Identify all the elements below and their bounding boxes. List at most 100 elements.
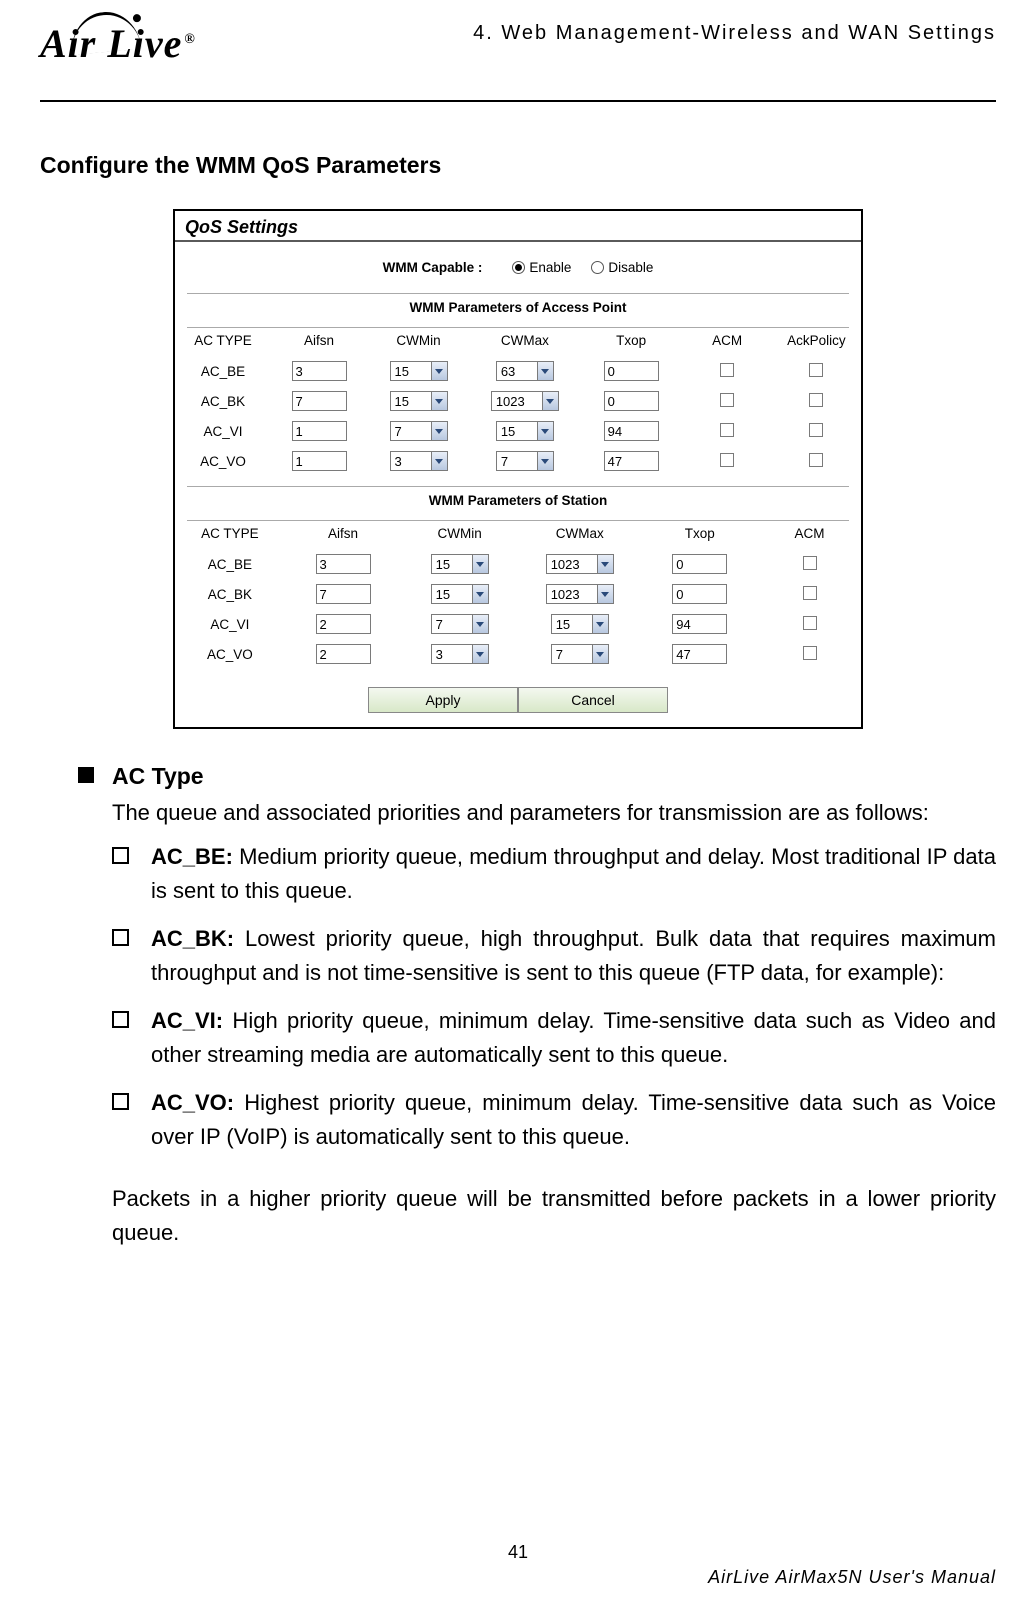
manual-name: AirLive AirMax5N User's Manual: [40, 1567, 996, 1588]
select-dropdown[interactable]: 15: [496, 421, 554, 441]
ac-type-cell: AC_BK: [175, 579, 285, 609]
column-header: AckPolicy: [772, 328, 861, 356]
column-header: AC TYPE: [175, 521, 285, 549]
txop-input[interactable]: [604, 451, 659, 471]
select-value: 63: [497, 362, 519, 380]
checkbox[interactable]: [803, 616, 817, 630]
chevron-down-icon: [597, 555, 613, 573]
txop-input[interactable]: [672, 584, 727, 604]
select-dropdown[interactable]: 15: [390, 391, 448, 411]
wmm-disable-radio[interactable]: Disable: [591, 260, 653, 275]
checkbox[interactable]: [720, 453, 734, 467]
column-header: CWMin: [367, 328, 470, 356]
select-dropdown[interactable]: 7: [551, 644, 609, 664]
checkbox[interactable]: [809, 393, 823, 407]
column-header: ACM: [683, 328, 772, 356]
select-dropdown[interactable]: 1023: [546, 554, 614, 574]
aifsn-input[interactable]: [316, 614, 371, 634]
select-dropdown[interactable]: 7: [390, 421, 448, 441]
column-header: CWMin: [401, 521, 518, 549]
txop-input[interactable]: [672, 554, 727, 574]
hollow-square-bullet-icon: [112, 929, 129, 946]
aifsn-input[interactable]: [316, 584, 371, 604]
aifsn-input[interactable]: [292, 421, 347, 441]
table-row: AC_BK151023: [175, 386, 861, 416]
list-item: AC_VI: High priority queue, minimum dela…: [112, 1004, 996, 1072]
aifsn-input[interactable]: [316, 644, 371, 664]
aifsn-input[interactable]: [292, 451, 347, 471]
checkbox[interactable]: [803, 556, 817, 570]
chevron-down-icon: [592, 645, 608, 663]
item-label: AC_BK:: [151, 926, 234, 951]
table-row: AC_BE1563: [175, 356, 861, 386]
checkbox[interactable]: [720, 423, 734, 437]
select-dropdown[interactable]: 15: [431, 584, 489, 604]
table-row: AC_VO37: [175, 446, 861, 476]
select-dropdown[interactable]: 15: [390, 361, 448, 381]
select-dropdown[interactable]: 7: [496, 451, 554, 471]
select-dropdown[interactable]: 15: [551, 614, 609, 634]
qos-panel-title: QoS Settings: [175, 211, 861, 242]
disable-label: Disable: [608, 260, 653, 275]
checkbox[interactable]: [809, 363, 823, 377]
txop-input[interactable]: [604, 391, 659, 411]
list-item: AC_VO: Highest priority queue, minimum d…: [112, 1086, 996, 1154]
chevron-down-icon: [431, 422, 447, 440]
select-value: 3: [391, 452, 406, 470]
ap-subtitle: WMM Parameters of Access Point: [175, 294, 861, 327]
chevron-down-icon: [537, 422, 553, 440]
select-dropdown[interactable]: 15: [431, 554, 489, 574]
checkbox[interactable]: [720, 363, 734, 377]
checkbox[interactable]: [720, 393, 734, 407]
chevron-down-icon: [431, 392, 447, 410]
list-item: AC_BK: Lowest priority queue, high throu…: [112, 922, 996, 990]
select-dropdown[interactable]: 63: [496, 361, 554, 381]
item-text: Lowest priority queue, high throughput. …: [151, 926, 996, 985]
ap-params-table: AC TYPEAifsnCWMinCWMaxTxopACMAckPolicy A…: [175, 328, 861, 476]
select-dropdown[interactable]: 3: [390, 451, 448, 471]
cancel-button[interactable]: Cancel: [518, 687, 668, 713]
chevron-down-icon: [592, 615, 608, 633]
aifsn-input[interactable]: [292, 361, 347, 381]
item-label: AC_VO:: [151, 1090, 234, 1115]
chevron-down-icon: [472, 555, 488, 573]
select-value: 7: [497, 452, 512, 470]
column-header: Txop: [580, 328, 683, 356]
select-value: 15: [497, 422, 519, 440]
hollow-square-bullet-icon: [112, 1011, 129, 1028]
radio-icon: [512, 261, 525, 274]
txop-input[interactable]: [604, 361, 659, 381]
checkbox[interactable]: [809, 453, 823, 467]
aifsn-input[interactable]: [316, 554, 371, 574]
wmm-enable-radio[interactable]: Enable: [512, 260, 571, 275]
select-dropdown[interactable]: 3: [431, 644, 489, 664]
checkbox[interactable]: [809, 423, 823, 437]
select-dropdown[interactable]: 1023: [546, 584, 614, 604]
chevron-down-icon: [472, 615, 488, 633]
ac-type-cell: AC_VI: [175, 416, 271, 446]
column-header: ACM: [758, 521, 861, 549]
txop-input[interactable]: [672, 614, 727, 634]
ac-type-heading: AC Type: [112, 759, 204, 794]
select-dropdown[interactable]: 1023: [491, 391, 559, 411]
chevron-down-icon: [431, 452, 447, 470]
checkbox[interactable]: [803, 586, 817, 600]
sta-subtitle: WMM Parameters of Station: [175, 487, 861, 520]
section-title: Configure the WMM QoS Parameters: [40, 152, 996, 179]
select-value: 1023: [547, 585, 584, 603]
item-label: AC_BE:: [151, 844, 233, 869]
txop-input[interactable]: [672, 644, 727, 664]
aifsn-input[interactable]: [292, 391, 347, 411]
ac-type-cell: AC_VO: [175, 639, 285, 669]
column-header: Aifsn: [271, 328, 367, 356]
table-row: AC_VI715: [175, 609, 861, 639]
select-value: 15: [432, 585, 454, 603]
checkbox[interactable]: [803, 646, 817, 660]
txop-input[interactable]: [604, 421, 659, 441]
table-row: AC_VO 3 7: [175, 639, 861, 669]
select-dropdown[interactable]: 7: [431, 614, 489, 634]
enable-label: Enable: [529, 260, 571, 275]
apply-button[interactable]: Apply: [368, 687, 518, 713]
select-value: 15: [391, 392, 413, 410]
column-header: Txop: [641, 521, 758, 549]
